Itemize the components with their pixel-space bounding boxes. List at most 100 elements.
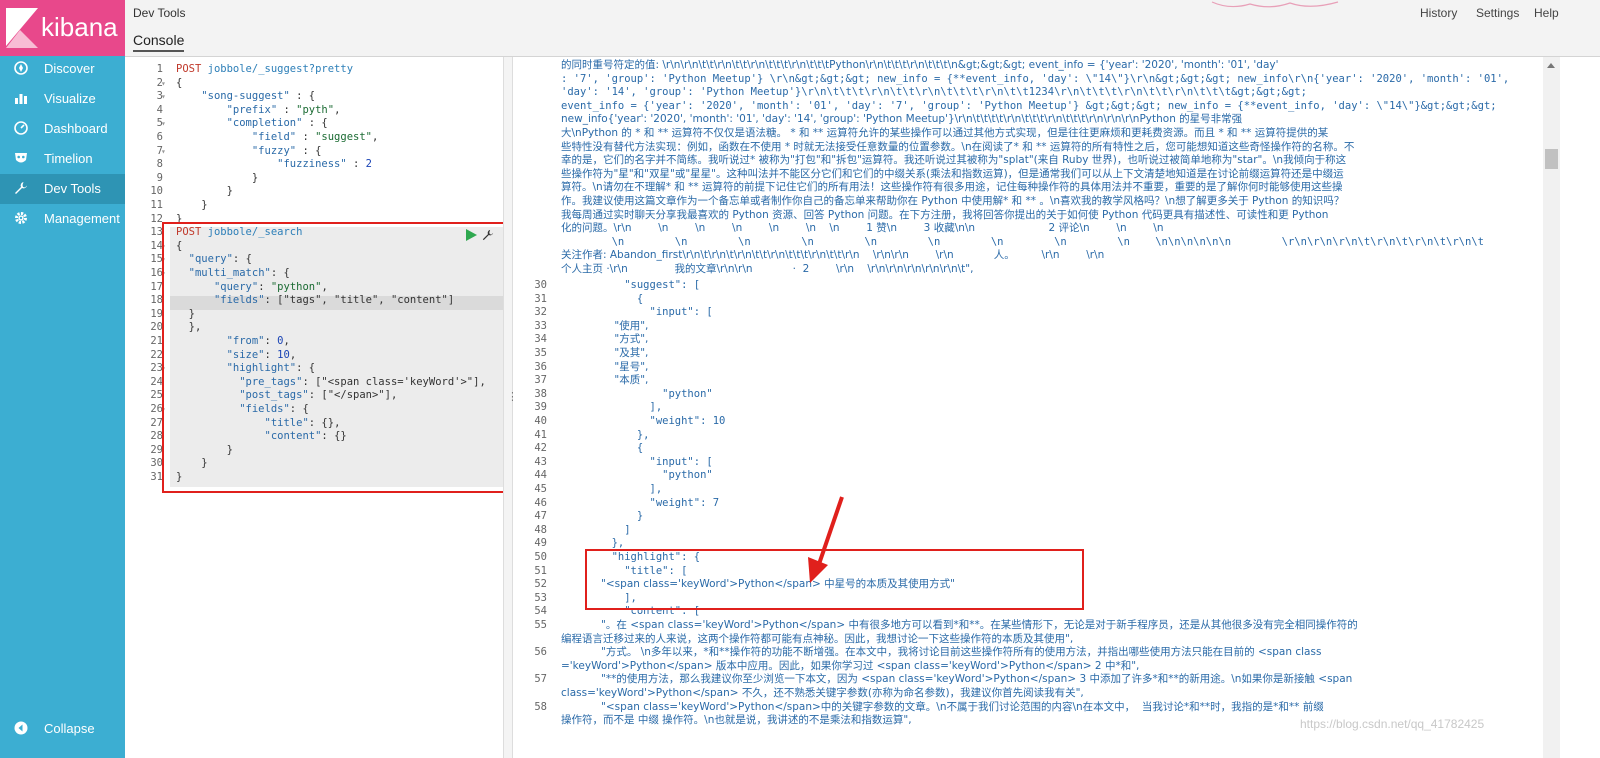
- line-number: 48: [534, 523, 547, 536]
- code-line: "fuzzy" : {: [251, 144, 322, 157]
- wrench-icon: [15, 182, 27, 194]
- line-number: 31: [534, 292, 547, 305]
- fold-toggle-icon[interactable]: ▾: [161, 145, 166, 159]
- response-line-numbers: 30 31 32 33 34 35 36 37 38 39 40 41 42 43 44 45 46 47 48 49…: [513, 57, 555, 758]
- line-number: 33: [534, 319, 547, 332]
- response-editor[interactable]: 30 31 32 33 34 35 36 37 38 39 40 41 42 43 44 45 46 47 48 49…: [513, 57, 1543, 758]
- line-number: 52: [534, 578, 547, 591]
- line-number: 11: [150, 199, 163, 211]
- response-line: "方式",: [561, 333, 649, 346]
- collapse-arrow-icon: [14, 721, 28, 735]
- line-number: 8: [156, 158, 163, 171]
- fold-toggle-icon[interactable]: ▾: [161, 362, 166, 376]
- response-line: ],: [561, 401, 663, 414]
- response-line: "input": [: [561, 455, 713, 468]
- code-line: }: [176, 199, 208, 211]
- line-number: 36: [534, 360, 547, 373]
- line-number: 55: [534, 619, 547, 631]
- code-line: "post_tags": ["</span>"],: [239, 389, 398, 402]
- response-line: "weight": 7: [561, 496, 720, 509]
- line-number: 47: [534, 510, 547, 523]
- dashboard-gauge-icon: [14, 121, 28, 135]
- code-line: "content": {}: [264, 430, 347, 443]
- code-line: "query": "python",: [213, 280, 328, 293]
- sidebar-item-dev-tools[interactable]: Dev Tools: [0, 174, 125, 204]
- fold-toggle-icon[interactable]: ▾: [161, 117, 166, 131]
- sidebar-item-dashboard[interactable]: Dashboard: [0, 114, 125, 144]
- sidebar-item-visualize[interactable]: Visualize: [0, 84, 125, 114]
- line-number: 15: [150, 253, 163, 266]
- response-line: "weight": 10: [561, 415, 726, 427]
- line-number: 29: [150, 443, 163, 456]
- sidebar-item-label: Visualize: [44, 91, 96, 106]
- line-number: 12: [150, 212, 163, 225]
- scrollbar-thumb[interactable]: [1545, 149, 1558, 169]
- response-scrollbar[interactable]: [1543, 57, 1560, 758]
- line-number: 4: [156, 103, 163, 116]
- pane-divider[interactable]: ⋮: [503, 57, 518, 758]
- line-number: 53: [534, 591, 547, 604]
- line-number: 2: [156, 76, 163, 89]
- timelion-mask-icon: [15, 153, 27, 163]
- response-line: "suggest": [: [561, 279, 701, 291]
- response-line: },: [561, 537, 625, 550]
- code-line: "query": {: [188, 253, 252, 266]
- line-number: 3: [156, 90, 163, 103]
- gear-icon: [15, 212, 27, 224]
- response-line: "使用",: [561, 319, 649, 332]
- response-line: "本质",: [561, 374, 649, 387]
- code-line: "highlight": {: [226, 362, 316, 375]
- response-line: "<span class='keyWord'>Python</span> 中星号…: [561, 578, 955, 591]
- line-number: 34: [534, 333, 547, 346]
- line-number: 57: [534, 673, 547, 686]
- response-line: 'day': '14', 'group': 'Python Meetup'}\r…: [561, 86, 1307, 99]
- send-request-play-icon[interactable]: [465, 229, 477, 241]
- help-link[interactable]: Help: [1534, 6, 1559, 20]
- line-number: 17: [150, 280, 163, 293]
- fold-toggle-icon[interactable]: ▾: [161, 240, 166, 254]
- request-line-numbers: 1 2 ▾ 3 ▾ 4 5 ▾ 6 7 ▾ 8 9 10 11 12 13 14 ▾ 15 ▾ 16 ▾ 17 18 19 20 21…: [125, 57, 170, 758]
- code-line: "field" : "suggest",: [251, 131, 379, 143]
- response-line: 幸的是，它们的名字并不简练。我听说过* 被称为"打包"和"拆包"运算符。我还听说…: [561, 154, 1347, 167]
- line-number: 42: [534, 442, 547, 455]
- response-line: 大\nPython 的 * 和 ** 运算符不仅仅是语法糖。 * 和 ** 运算…: [561, 127, 1329, 139]
- response-line: 些操作符为"星"和"双星"或"星星"。这种叫法并不能区分它们和它们的中缀关系(乘…: [561, 167, 1344, 180]
- line-number: 39: [534, 401, 547, 414]
- sidebar-item-discover[interactable]: Discover: [0, 54, 125, 84]
- response-line: "。在 <span class='keyWord'>Python</span> …: [561, 619, 1358, 631]
- response-line: 编程语言迁移过来的人来说，这两个操作符都可能有点神秘。因此，我想讨论一下这些操作…: [561, 632, 1074, 645]
- line-number: 22: [150, 348, 163, 361]
- history-link[interactable]: History: [1420, 6, 1457, 20]
- kibana-logo[interactable]: kibana: [0, 0, 125, 56]
- line-number: 32: [534, 306, 547, 319]
- response-line: ],: [561, 483, 663, 495]
- tab-console[interactable]: Console: [133, 32, 185, 52]
- line-number: 49: [534, 537, 547, 550]
- code-line: "from": 0,: [226, 335, 290, 347]
- brand-name: kibana: [41, 12, 118, 42]
- request-text[interactable]: POST jobbole/_suggest?pretty{ "song-sugg…: [176, 57, 501, 758]
- line-number: 50: [534, 551, 547, 563]
- response-line: ],: [561, 591, 637, 604]
- fold-toggle-icon[interactable]: ▾: [161, 267, 166, 281]
- code-line: POST jobbole/_suggest?pretty: [176, 63, 354, 75]
- response-line: ]: [561, 523, 631, 536]
- response-line: "title": [: [561, 564, 688, 577]
- sidebar-item-timelion[interactable]: Timelion: [0, 144, 125, 174]
- line-number: 20: [150, 321, 163, 334]
- code-line: },: [176, 321, 202, 334]
- request-options-wrench-icon[interactable]: [482, 229, 494, 241]
- settings-link[interactable]: Settings: [1476, 6, 1519, 20]
- line-number: 45: [534, 483, 547, 495]
- sidebar-item-management[interactable]: Management: [0, 204, 125, 234]
- response-line: 我每周通过实时聊天分享我最喜欢的 Python 资源、回答 Python 问题。…: [561, 208, 1329, 221]
- response-line: event_info = {'year': '2020', 'month': '…: [561, 99, 1497, 112]
- request-editor[interactable]: 1 2 ▾ 3 ▾ 4 5 ▾ 6 7 ▾ 8 9 10 11 12 13 14 ▾ 15 ▾ 16 ▾ 17 18 19 20 21…: [125, 57, 503, 758]
- scroll-up-arrow-icon[interactable]: [1547, 63, 1555, 68]
- fold-toggle-icon[interactable]: ▾: [161, 77, 166, 91]
- fold-toggle-icon[interactable]: ▾: [161, 253, 166, 267]
- fold-toggle-icon[interactable]: ▾: [161, 403, 166, 417]
- collapse-button[interactable]: Collapse: [0, 713, 125, 743]
- response-line: 个人主页 ·\r\n 我的文章\r\n\r\n · 2 \r\n \r\n\r\…: [561, 263, 974, 275]
- fold-toggle-icon[interactable]: ▾: [161, 90, 166, 104]
